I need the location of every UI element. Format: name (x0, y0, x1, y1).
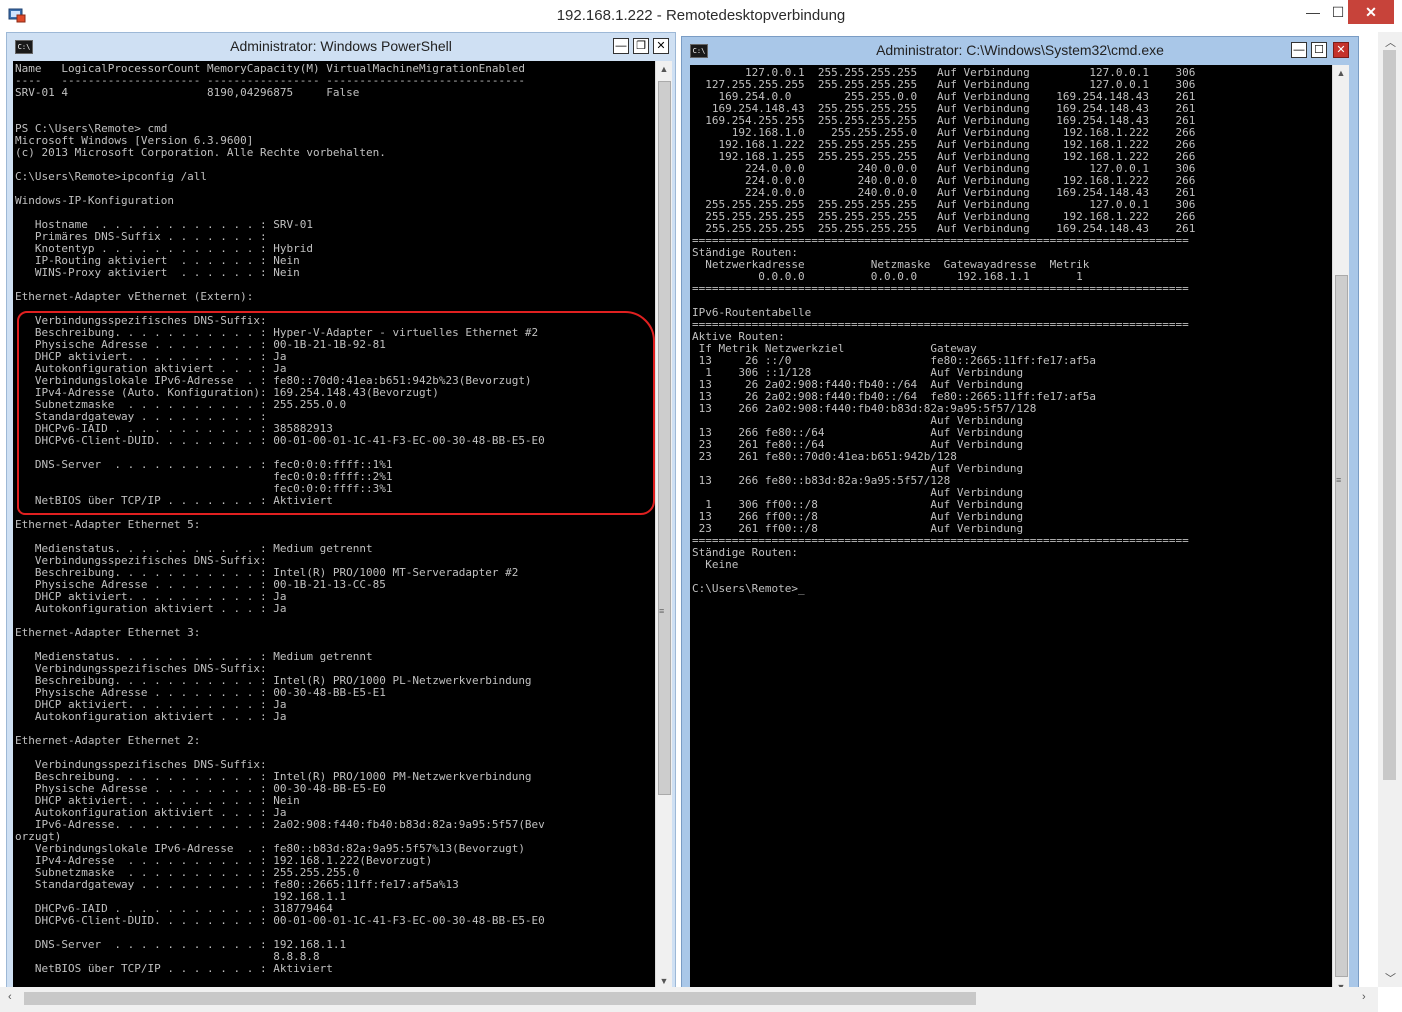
powershell-line: Ethernet-Adapter vEthernet (Extern): (15, 290, 254, 303)
powershell-window[interactable]: C:\ Administrator: Windows PowerShell — … (6, 32, 676, 987)
scroll-down-arrow-icon[interactable]: ▼ (1333, 979, 1349, 987)
powershell-line: Ethernet-Adapter Ethernet 2: (15, 734, 201, 747)
highlight-annotation (17, 311, 655, 515)
powershell-line: DHCPv6-Client-DUID. . . . . . . . : 00-0… (15, 914, 545, 927)
powershell-line: SRV-01 4 8190,04296875 False (15, 86, 360, 99)
rdp-close-button[interactable]: ✕ (1348, 0, 1394, 24)
powershell-title: Administrator: Windows PowerShell (230, 38, 452, 54)
rdp-horizontal-scroll-thumb[interactable] (24, 992, 976, 1005)
powershell-minimize-button[interactable]: — (613, 38, 629, 54)
cmd-titlebar[interactable]: C:\ Administrator: C:\Windows\System32\c… (682, 37, 1358, 63)
cmd-line: Ständige Routen: (692, 546, 798, 559)
powershell-line (15, 99, 655, 111)
chevron-down-icon[interactable]: ﹀ (1385, 970, 1396, 986)
rdp-titlebar: 192.168.1.222 - Remotedesktopverbindung … (0, 0, 1402, 33)
cmd-scroll-thumb[interactable] (1335, 275, 1348, 977)
powershell-scroll-thumb[interactable] (658, 81, 671, 795)
scroll-up-arrow-icon[interactable]: ▲ (1333, 65, 1349, 81)
cmd-line: ========================================… (692, 282, 1189, 295)
powershell-line: WINS-Proxy aktiviert . . . . . . : Nein (15, 266, 300, 279)
powershell-vertical-scrollbar[interactable]: ▲ ≡ ▼ (655, 61, 672, 987)
cmd-line: ========================================… (692, 318, 1189, 331)
powershell-line: Windows-IP-Konfiguration (15, 194, 174, 207)
cmd-line: C:\Users\Remote>_ (692, 582, 805, 595)
rdp-window-title: 192.168.1.222 - Remotedesktopverbindung (556, 7, 846, 24)
chevron-up-icon[interactable]: ︿ (1385, 34, 1396, 50)
rdp-vertical-scroll-thumb[interactable] (1383, 50, 1396, 780)
cmd-line: Keine (692, 558, 739, 571)
grip-icon: ≡ (1336, 475, 1342, 485)
grip-icon: ≡ (659, 606, 665, 616)
powershell-line: C:\Users\Remote>ipconfig /all (15, 170, 208, 183)
cmd-close-button[interactable]: ✕ (1333, 42, 1349, 58)
powershell-console[interactable]: Name LogicalProcessorCount MemoryCapacit… (13, 61, 655, 987)
powershell-close-button[interactable]: ✕ (653, 38, 669, 54)
powershell-maximize-button[interactable]: ❐ (633, 38, 649, 54)
scroll-up-arrow-icon[interactable]: ▲ (656, 61, 672, 77)
powershell-line: Ethernet-Adapter Ethernet 3: (15, 626, 201, 639)
rdp-horizontal-scrollbar[interactable]: ‹ › (0, 987, 1378, 1012)
scroll-down-arrow-icon[interactable]: ▼ (656, 973, 672, 987)
powershell-line: (c) 2013 Microsoft Corporation. Alle Rec… (15, 146, 386, 159)
powershell-titlebar[interactable]: C:\ Administrator: Windows PowerShell — … (7, 33, 675, 59)
cmd-console[interactable]: 127.0.0.1 255.255.255.255 Auf Verbindung… (690, 65, 1332, 987)
powershell-line: NetBIOS über TCP/IP . . . . . . . : Akti… (15, 962, 333, 975)
rdp-vertical-scrollbar[interactable]: ︿ ﹀ (1378, 32, 1402, 987)
cmd-maximize-button[interactable]: ☐ (1311, 42, 1327, 58)
cmd-vertical-scrollbar[interactable]: ▲ ≡ ▼ (1332, 65, 1349, 987)
powershell-line: Ethernet-Adapter Ethernet 5: (15, 518, 201, 531)
chevron-right-icon[interactable]: › (1362, 991, 1366, 1003)
cmd-minimize-button[interactable]: — (1291, 42, 1307, 58)
chevron-left-icon[interactable]: ‹ (8, 991, 12, 1003)
remote-desktop-area: C:\ Administrator: Windows PowerShell — … (0, 32, 1378, 987)
powershell-line: Autokonfiguration aktiviert . . . : Ja (15, 602, 287, 615)
powershell-line: IPv6-Adresse. . . . . . . . . . . : 2a02… (15, 818, 545, 831)
powershell-line: Autokonfiguration aktiviert . . . : Ja (15, 710, 287, 723)
cmd-title: Administrator: C:\Windows\System32\cmd.e… (876, 42, 1164, 58)
cmd-window[interactable]: C:\ Administrator: C:\Windows\System32\c… (681, 36, 1359, 987)
